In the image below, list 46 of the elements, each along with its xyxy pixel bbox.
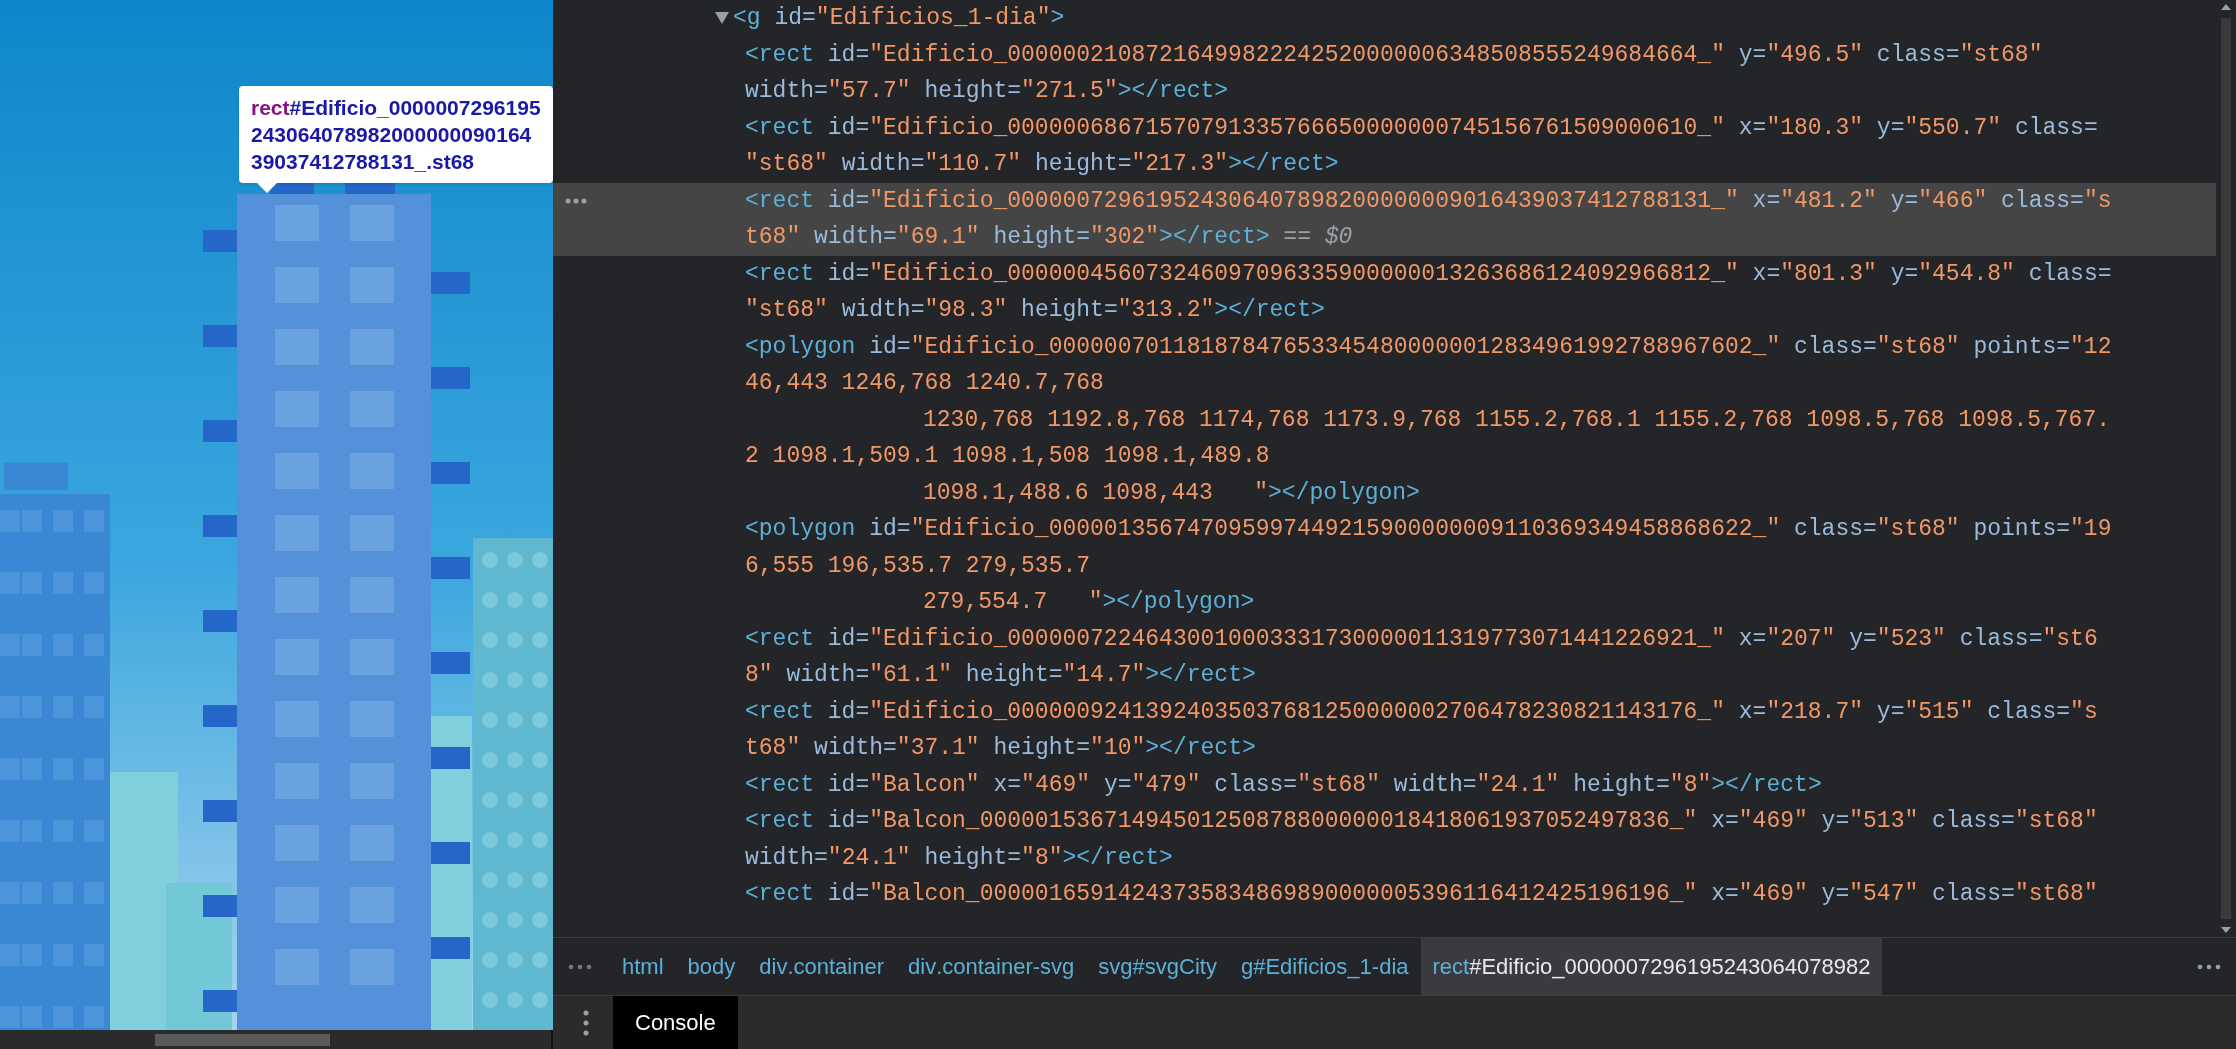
dom-node-row[interactable]: <rect id="Balcon_00000153671494501250878800000018418061937052497836_" x="469" y="513" class="st68" width="24.1" height="8"></rect> <box>553 803 2216 876</box>
code-line: <polygon id="Edificio_000000701181878476533454800000012834961992788967602_" class="st68" points="12 <box>745 333 2112 360</box>
code-line: 279,554.7 "></polygon> <box>923 589 1255 615</box>
code-line: t68" width="69.1" height="302"></rect> == $0 <box>745 224 1353 250</box>
breadcrumb-link[interactable]: rect#Edificio_0000007296195243064078982 <box>1420 938 1883 995</box>
code-line: <rect id="Balcon_00000153671494501250878800000018418061937052497836_" x="469" y="513" class="st68" <box>745 808 2098 834</box>
code-line: <rect id="Edificio_00000072246430010003331730000011319773071441226921_" x="207" y="523" class="st6 <box>745 625 2098 652</box>
scroll-up-icon[interactable] <box>2221 4 2231 10</box>
dom-node-row[interactable]: <rect id="Balcon" x="469" y="479" class="st68" width="24.1" height="8"></rect> <box>553 766 2216 803</box>
dom-node-row[interactable]: <polygon id="Edificio_000001356747095997449215900000009110369349458868622_" class="st68" points="19 6,555 196,535.7 279,535.7 279,554.7 "></polygon> <box>553 511 2216 621</box>
code-line: 1098.1,488.6 1098,443 "></polygon> <box>923 479 1420 506</box>
dom-node-row[interactable]: <rect id="Edificio_00000021087216499822242520000006348508555249684664_" y="496.5" class="st68" width="57.7" height="271.5"></rect> <box>553 36 2216 110</box>
code-line: 46,443 1246,768 1240.7,768 <box>745 370 1104 396</box>
code-line: width="24.1" height="8"></rect> <box>745 844 1173 871</box>
code-line[interactable]: <g id="Edificios_1-dia"> <box>553 0 2216 37</box>
more-horizontal-icon[interactable] <box>568 963 592 970</box>
code-line: <rect id="Balcon_00000165914243735834869890000005396116412425196196_" x="469" y="547" class="st68" <box>745 881 2098 907</box>
more-icon[interactable] <box>565 197 587 204</box>
code-line: <rect id="Edificio_00000092413924035037681250000002706478230821143176_" x="218.7" y="515" class="s <box>745 698 2098 725</box>
code-line: <rect id="Edificio_000000456073246097096335900000013263686124092966812_" x="801.3" y="454.8" class= <box>745 260 2112 287</box>
code-line: t68" width="37.1" height="10"></rect> <box>745 735 1256 761</box>
code-line: <rect id="Edificio_00000021087216499822242520000006348508555249684664_" y="496.5" class="st68" <box>745 41 2043 68</box>
dom-node-row[interactable]: <rect id="Edificio_00000092413924035037681250000002706478230821143176_" x="218.7" y="515" class="s t68" width="37.1" height="10"></rect> <box>553 693 2216 767</box>
more-horizontal-icon[interactable] <box>2197 963 2221 970</box>
code-line: "st68" width="98.3" height="313.2"></rect> <box>745 297 1325 323</box>
horizontal-scrollbar[interactable] <box>0 1030 551 1049</box>
code-line: 8" width="61.1" height="14.7"></rect> <box>745 662 1256 688</box>
code-line: width="57.7" height="271.5"></rect> <box>745 78 1229 104</box>
code-line: <rect id="Edificio_000000729619524306407898200000009016439037412788131_" x="481.2" y="466" class="s <box>745 187 2112 214</box>
expand-triangle-icon[interactable] <box>715 12 729 25</box>
dom-node-row[interactable]: <rect id="Edificio_00000068671570791335766650000000745156761509000610_" x="180.3" y="550.7" class= "st68" width="110.7" height="217.3"></rect> <box>553 109 2216 183</box>
drawer-tab[interactable]: Console <box>613 996 738 1049</box>
dom-node-row[interactable]: <rect id="Edificio_000000456073246097096335900000013263686124092966812_" x="801.3" y="454.8" class= "st68" width="98.3" height="313.2"></rect> <box>553 255 2216 329</box>
code-line: <polygon id="Edificio_000001356747095997449215900000009110369349458868622_" class="st68" points="19 <box>745 516 2112 542</box>
code-line: <rect id="Balcon" x="469" y="479" class="st68" width="24.1" height="8"></rect> <box>745 771 1822 798</box>
dom-node-row[interactable]: <rect id="Edificio_00000072246430010003331730000011319773071441226921_" x="207" y="523" class="st6 8" width="61.1" height="14.7"></rect> <box>553 620 2216 694</box>
vertical-dots-icon[interactable] <box>583 1009 589 1036</box>
dom-node-row[interactable]: <rect id="Balcon_00000165914243735834869890000005396116412425196196_" x="469" y="547" class="st68" <box>553 876 2216 913</box>
code-line: <rect id="Edificio_00000068671570791335766650000000745156761509000610_" x="180.3" y="550.7" class= <box>745 114 2098 141</box>
tooltip-pointer <box>257 183 277 193</box>
code-line: 1230,768 1192.8,768 1174,768 1173.9,768 1155.2,768.1 1155.2,768 1098.5,768 1098.5,767. <box>923 406 2110 433</box>
code-line: 6,555 196,535.7 279,535.7 <box>745 552 1091 579</box>
scroll-down-icon[interactable] <box>2221 927 2231 933</box>
selected-node-row[interactable]: <rect id="Edificio_000000729619524306407898200000009016439037412788131_" x="481.2" y="466" class="s t68" width="69.1" height="302"></rect> == $0 <box>553 182 2216 256</box>
code-line: 2 1098.1,509.1 1098.1,508 1098.1,489.8 <box>745 443 1270 469</box>
code-line: "st68" width="110.7" height="217.3"></rect> <box>745 151 1339 177</box>
